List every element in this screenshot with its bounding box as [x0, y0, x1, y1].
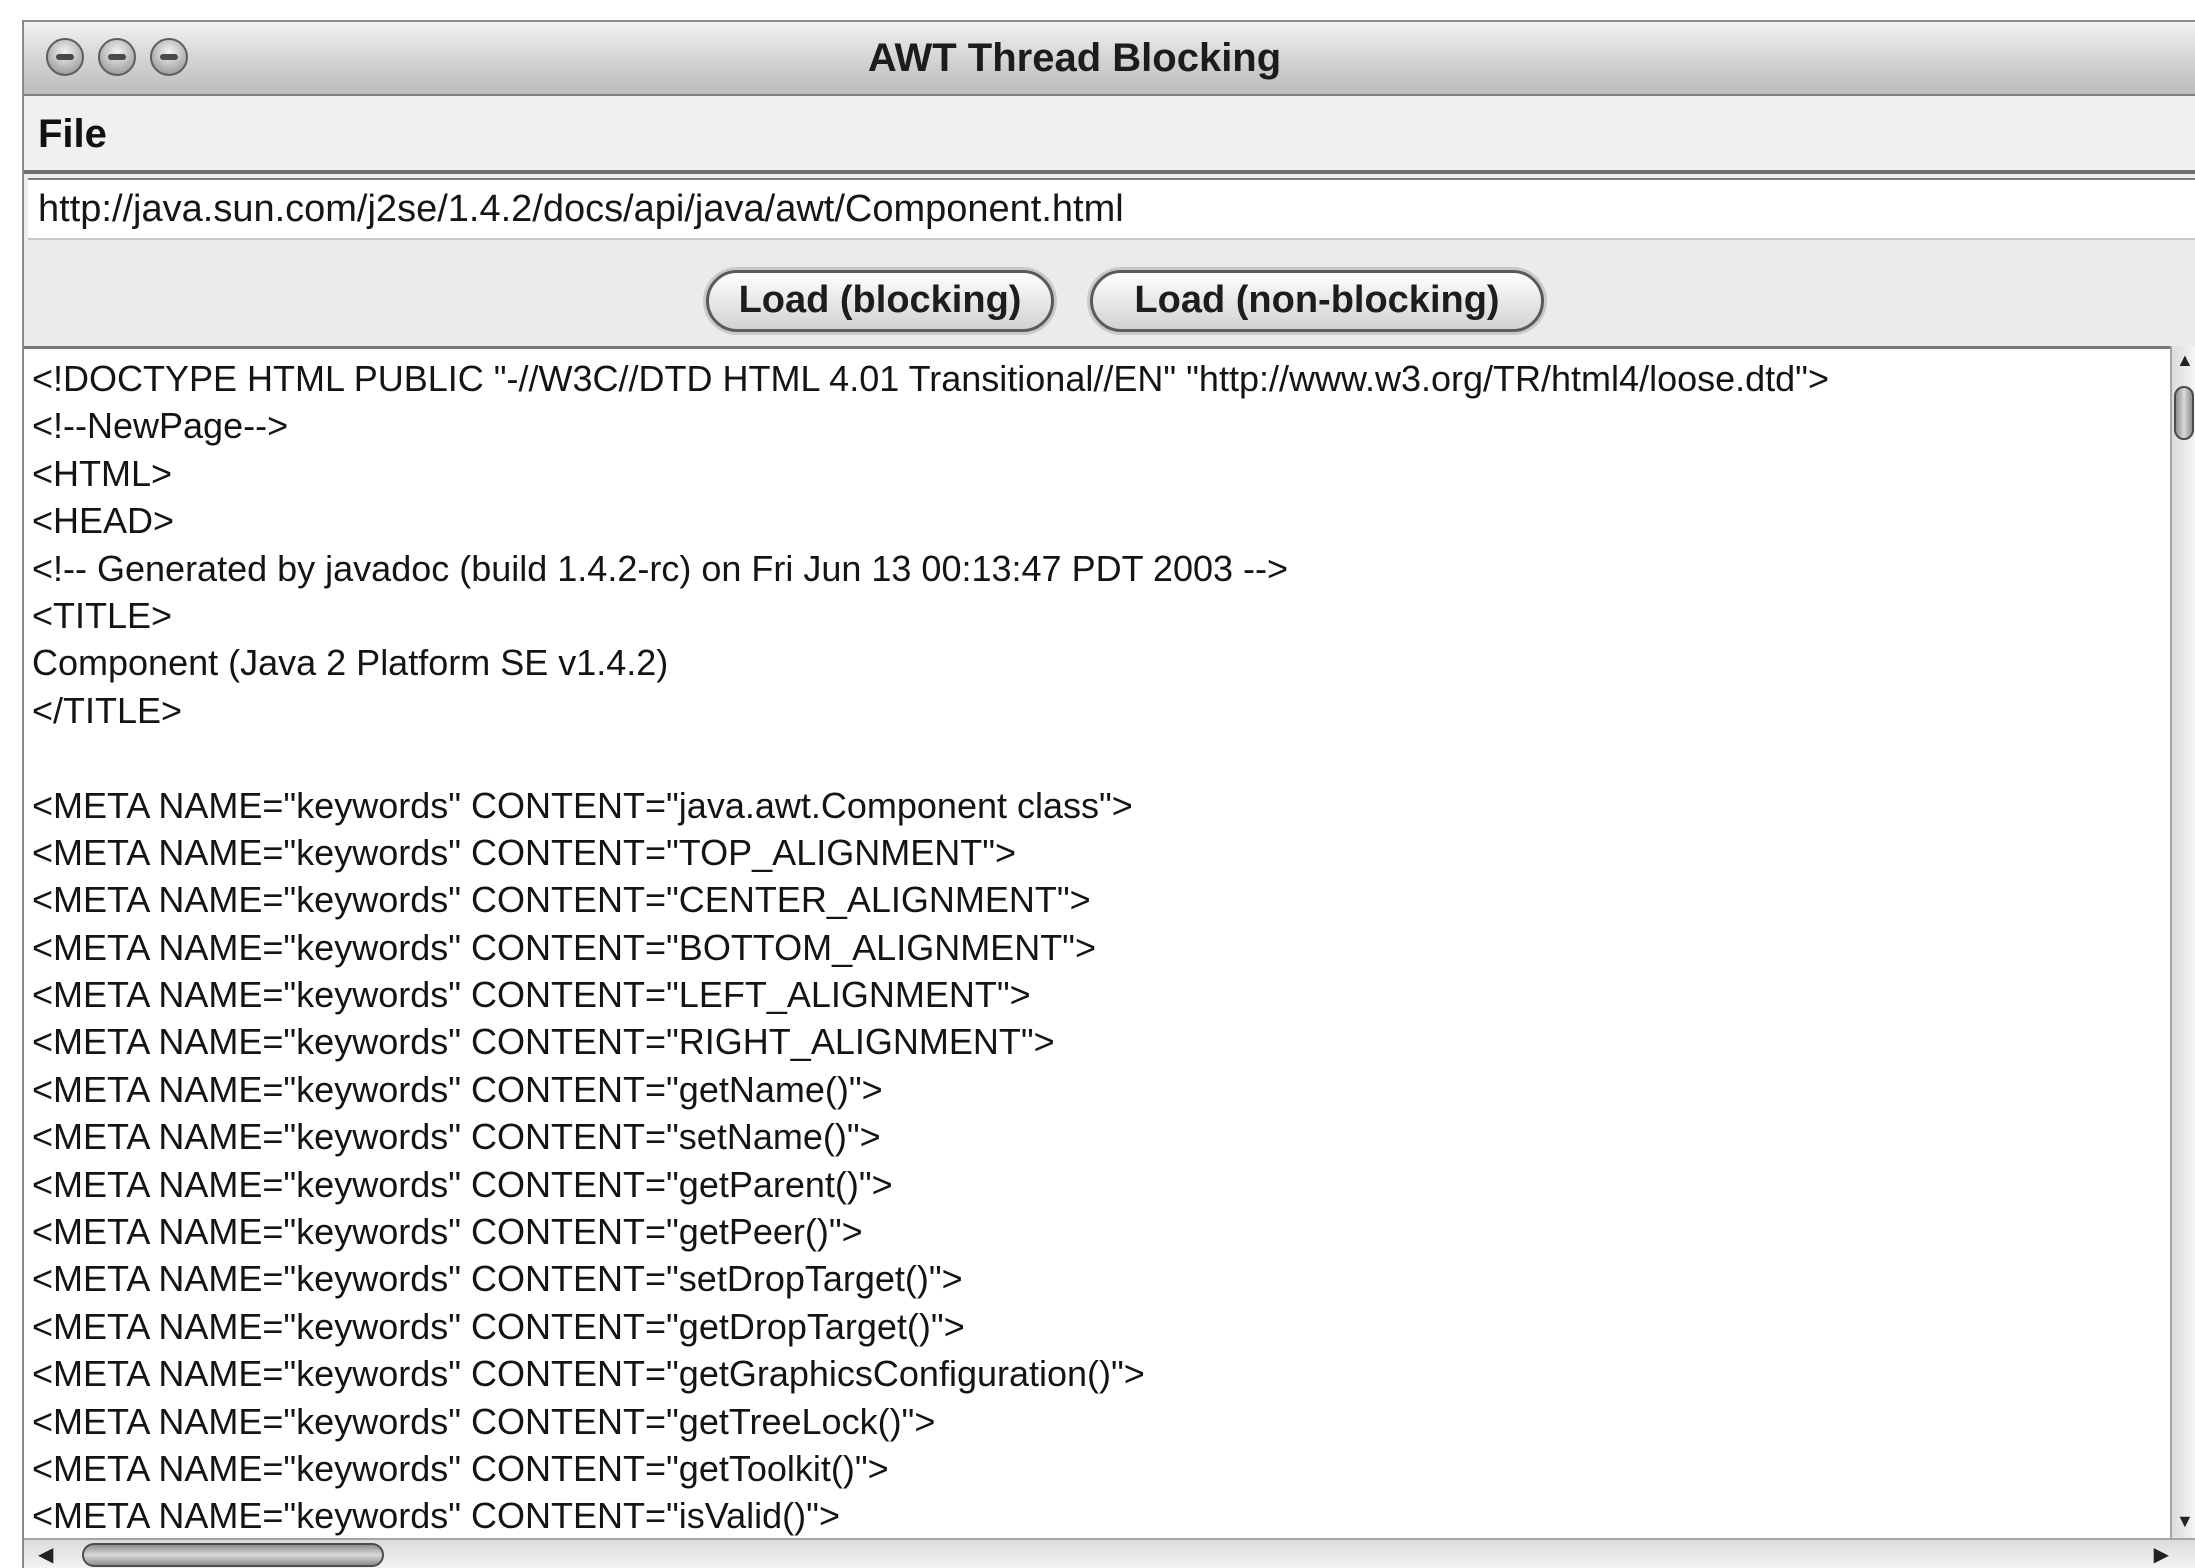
- source-line: <META NAME="keywords" CONTENT="getPeer()…: [32, 1211, 863, 1253]
- load-blocking-button[interactable]: Load (blocking): [706, 270, 1054, 332]
- source-line: <META NAME="keywords" CONTENT="setDropTa…: [32, 1258, 963, 1300]
- horizontal-scroll-thumb[interactable]: [82, 1543, 384, 1567]
- source-line: <!--NewPage-->: [32, 405, 289, 447]
- source-line: <HEAD>: [32, 500, 175, 542]
- html-source-text-area[interactable]: <!DOCTYPE HTML PUBLIC "-//W3C//DTD HTML …: [24, 346, 2172, 1538]
- source-line: <META NAME="keywords" CONTENT="RIGHT_ALI…: [32, 1021, 1055, 1063]
- source-line: <META NAME="keywords" CONTENT="BOTTOM_AL…: [32, 926, 1096, 968]
- source-line: <META NAME="keywords" CONTENT="getName()…: [32, 1068, 883, 1110]
- source-line: <META NAME="keywords" CONTENT="LEFT_ALIG…: [32, 974, 1031, 1016]
- source-line: <!-- Generated by javadoc (build 1.4.2-r…: [32, 547, 1289, 589]
- source-line: <!DOCTYPE HTML PUBLIC "-//W3C//DTD HTML …: [32, 358, 1829, 399]
- app-window: AWT Thread Blocking File http://java.sun…: [22, 20, 2195, 1568]
- source-line: <META NAME="keywords" CONTENT="getDropTa…: [32, 1305, 965, 1347]
- source-line: <META NAME="keywords" CONTENT="java.awt.…: [32, 784, 1133, 826]
- source-line: </TITLE>: [32, 689, 183, 731]
- source-line: <META NAME="keywords" CONTENT="isValid()…: [32, 1495, 840, 1537]
- source-line: <META NAME="keywords" CONTENT="TOP_ALIGN…: [32, 831, 1017, 873]
- source-line: <HTML>: [32, 452, 173, 494]
- load-nonblocking-button[interactable]: Load (non-blocking): [1090, 270, 1544, 332]
- source-line: <META NAME="keywords" CONTENT="CENTER_AL…: [32, 879, 1091, 921]
- menu-file[interactable]: File: [38, 112, 107, 157]
- arrow-up-icon[interactable]: ▲: [2176, 350, 2194, 371]
- source-lines: <!DOCTYPE HTML PUBLIC "-//W3C//DTD HTML …: [32, 355, 1829, 1538]
- arrow-down-icon[interactable]: ▼: [2176, 1511, 2194, 1532]
- source-line: Component (Java 2 Platform SE v1.4.2): [32, 642, 669, 684]
- arrow-right-icon[interactable]: ▶: [2154, 1542, 2169, 1567]
- source-line: <META NAME="keywords" CONTENT="getGraphi…: [32, 1353, 1145, 1395]
- url-input[interactable]: http://java.sun.com/j2se/1.4.2/docs/api/…: [28, 178, 2195, 240]
- horizontal-scrollbar[interactable]: ◀ ▶: [24, 1538, 2195, 1568]
- source-line: <TITLE>: [32, 594, 173, 636]
- source-line: <META NAME="keywords" CONTENT="getParent…: [32, 1163, 893, 1205]
- arrow-left-icon[interactable]: ◀: [38, 1542, 53, 1567]
- menu-bar: File: [24, 96, 2195, 174]
- source-line: <META NAME="keywords" CONTENT="getTreeLo…: [32, 1400, 936, 1442]
- source-line: <META NAME="keywords" CONTENT="setName()…: [32, 1116, 881, 1158]
- vertical-scroll-thumb[interactable]: [2174, 386, 2194, 440]
- title-bar[interactable]: AWT Thread Blocking: [24, 22, 2195, 96]
- button-row: Load (blocking) Load (non-blocking): [24, 244, 2195, 348]
- source-line: [32, 734, 1829, 781]
- source-line: <META NAME="keywords" CONTENT="getToolki…: [32, 1447, 889, 1489]
- vertical-scrollbar[interactable]: ▲ ▼: [2170, 346, 2195, 1538]
- window-title: AWT Thread Blocking: [867, 36, 1282, 80]
